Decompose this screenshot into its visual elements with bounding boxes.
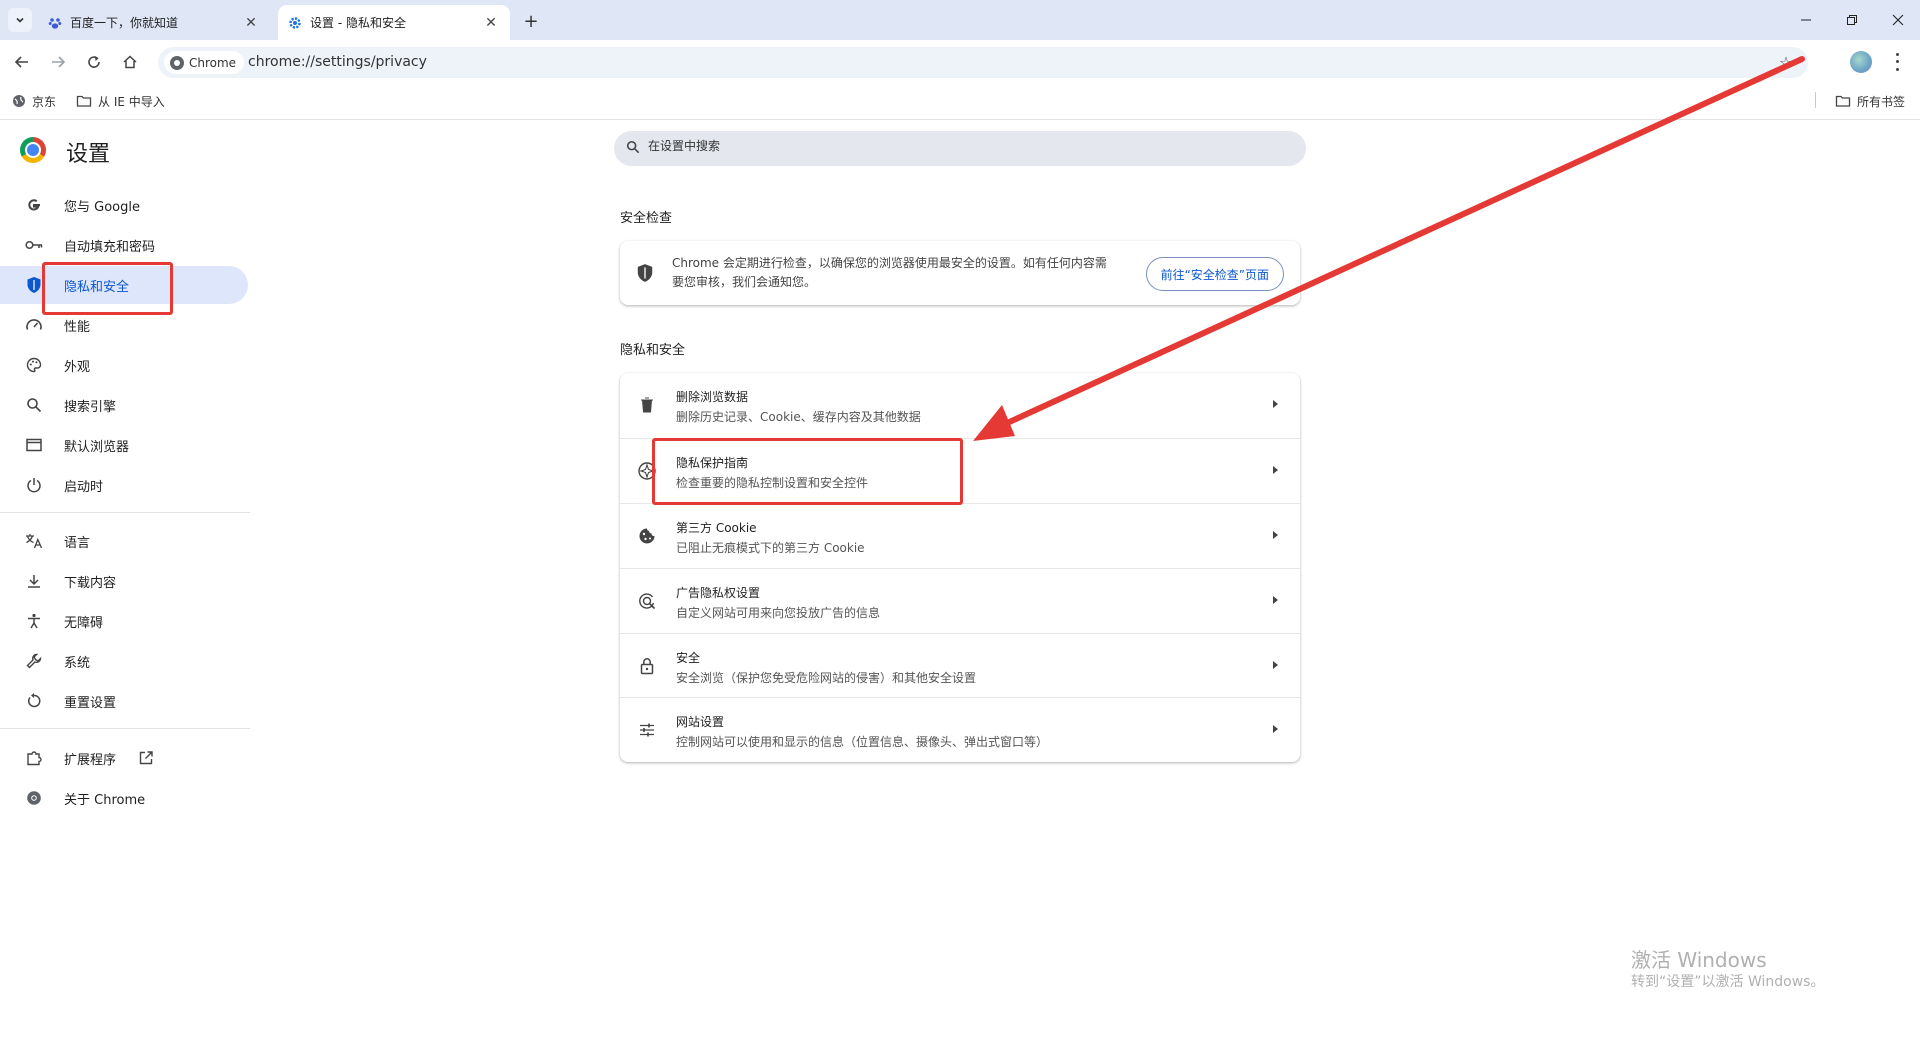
- activation-watermark-title: 激活 Windows: [1631, 948, 1767, 972]
- annotation-arrow-icon: [973, 56, 1805, 441]
- activation-watermark-subtitle: 转到“设置”以激活 Windows。: [1631, 974, 1825, 990]
